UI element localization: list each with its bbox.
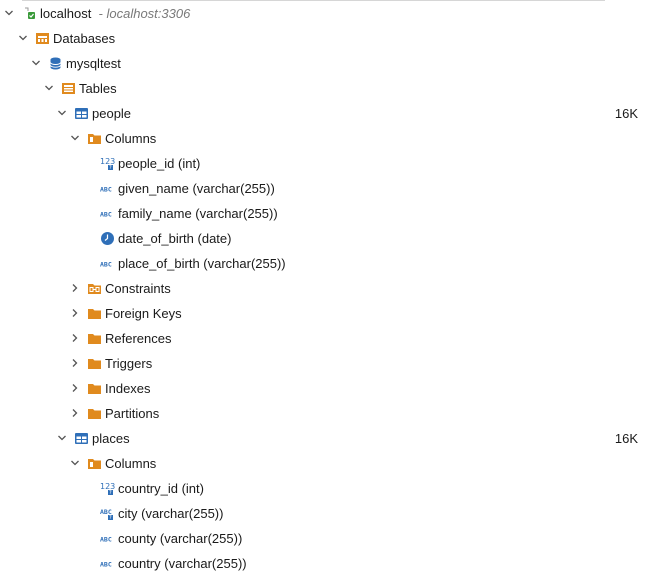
- triggers-folder-label: Triggers: [105, 356, 153, 371]
- tree-node-column[interactable]: 123? country_id (int): [0, 476, 645, 501]
- chevron-right-icon[interactable]: [70, 333, 80, 343]
- chevron-down-icon[interactable]: [70, 458, 80, 468]
- references-folder-label: References: [105, 331, 172, 346]
- connection-label: localhost - localhost:3306: [40, 6, 190, 21]
- chevron-right-icon[interactable]: [70, 408, 80, 418]
- tree-node-triggers-folder[interactable]: Triggers: [0, 351, 645, 376]
- chevron-down-icon[interactable]: [57, 433, 67, 443]
- column-label: place_of_birth (varchar(255)): [118, 256, 286, 271]
- tree-node-column[interactable]: 123? people_id (int): [0, 151, 645, 176]
- folder-icon: [87, 381, 102, 396]
- chevron-down-icon[interactable]: [57, 108, 67, 118]
- numeric-key-icon: 123?: [100, 156, 115, 171]
- indexes-folder-label: Indexes: [105, 381, 151, 396]
- svg-text:123: 123: [100, 157, 115, 166]
- tree-node-table[interactable]: people 16K: [0, 101, 645, 126]
- tree-node-indexes-folder[interactable]: Indexes: [0, 376, 645, 401]
- databases-label: Databases: [53, 31, 116, 46]
- chevron-right-icon[interactable]: [70, 308, 80, 318]
- column-label: country_id (int): [118, 481, 204, 496]
- folder-icon: [87, 331, 102, 346]
- columns-folder-icon: [87, 456, 102, 471]
- clock-icon: [100, 231, 115, 246]
- column-label: people_id (int): [118, 156, 201, 171]
- tree-node-columns-folder[interactable]: Columns: [0, 451, 645, 476]
- partitions-folder-label: Partitions: [105, 406, 160, 421]
- databases-folder-icon: [35, 31, 50, 46]
- constraints-folder-icon: [87, 281, 102, 296]
- tree-node-columns-folder[interactable]: Columns: [0, 126, 645, 151]
- tree-node-partitions-folder[interactable]: Partitions: [0, 401, 645, 426]
- svg-text:ABC: ABC: [100, 186, 112, 194]
- chevron-down-icon[interactable]: [18, 33, 28, 43]
- table-name: places: [92, 431, 130, 446]
- tree-node-databases[interactable]: Databases: [0, 26, 645, 51]
- tree-node-column[interactable]: ABC place_of_birth (varchar(255)): [0, 251, 645, 276]
- connection-name: localhost: [40, 6, 92, 21]
- chevron-down-icon[interactable]: [4, 8, 14, 18]
- columns-folder-label: Columns: [105, 456, 157, 471]
- tables-folder-icon: [61, 81, 76, 96]
- tree-node-column[interactable]: ABC family_name (varchar(255)): [0, 201, 645, 226]
- table-size: 16K: [614, 431, 638, 446]
- text-abc-icon: ABC: [100, 181, 115, 196]
- table-name: people: [92, 106, 132, 121]
- columns-folder-icon: [87, 131, 102, 146]
- tree-node-column[interactable]: ABC given_name (varchar(255)): [0, 176, 645, 201]
- foreign-keys-folder-label: Foreign Keys: [105, 306, 182, 321]
- svg-text:?: ?: [109, 165, 112, 171]
- database-navigator-tree[interactable]: localhost - localhost:3306 Databases mys…: [0, 1, 645, 576]
- columns-folder-label: Columns: [105, 131, 157, 146]
- table-size: 16K: [614, 106, 638, 121]
- svg-text:ABC: ABC: [100, 561, 112, 569]
- tree-node-references-folder[interactable]: References: [0, 326, 645, 351]
- tree-node-tables[interactable]: Tables: [0, 76, 645, 101]
- constraints-folder-label: Constraints: [105, 281, 171, 296]
- column-label: city (varchar(255)): [118, 506, 224, 521]
- table-icon: [74, 431, 89, 446]
- folder-icon: [87, 406, 102, 421]
- svg-text:123: 123: [100, 482, 115, 491]
- tree-node-column[interactable]: ABC? city (varchar(255)): [0, 501, 645, 526]
- chevron-down-icon[interactable]: [31, 58, 41, 68]
- folder-icon: [87, 356, 102, 371]
- text-abc-icon: ABC: [100, 206, 115, 221]
- chevron-right-icon[interactable]: [70, 358, 80, 368]
- database-icon: [48, 56, 63, 71]
- svg-text:ABC: ABC: [100, 211, 112, 219]
- column-label: given_name (varchar(255)): [118, 181, 275, 196]
- chevron-right-icon[interactable]: [70, 283, 80, 293]
- tree-node-table[interactable]: places 16K: [0, 426, 645, 451]
- table-icon: [74, 106, 89, 121]
- column-label: county (varchar(255)): [118, 531, 243, 546]
- svg-text:?: ?: [109, 490, 112, 496]
- svg-text:ABC: ABC: [100, 536, 112, 544]
- text-abc-icon: ABC: [100, 531, 115, 546]
- tree-node-foreign-keys-folder[interactable]: Foreign Keys: [0, 301, 645, 326]
- chevron-down-icon[interactable]: [44, 83, 54, 93]
- numeric-key-icon: 123?: [100, 481, 115, 496]
- column-label: country (varchar(255)): [118, 556, 247, 571]
- tree-node-column[interactable]: ABC county (varchar(255)): [0, 526, 645, 551]
- svg-text:?: ?: [109, 515, 112, 521]
- chevron-right-icon[interactable]: [70, 383, 80, 393]
- column-label: date_of_birth (date): [118, 231, 232, 246]
- schema-label: mysqltest: [66, 56, 121, 71]
- svg-text:ABC: ABC: [100, 261, 112, 269]
- chevron-down-icon[interactable]: [70, 133, 80, 143]
- server-connection-icon: [22, 6, 37, 21]
- tree-node-schema[interactable]: mysqltest: [0, 51, 645, 76]
- tree-node-connection[interactable]: localhost - localhost:3306: [0, 1, 645, 26]
- tree-node-column[interactable]: ABC country (varchar(255)): [0, 551, 645, 576]
- text-abc-icon: ABC: [100, 556, 115, 571]
- folder-icon: [87, 306, 102, 321]
- text-abc-icon: ABC: [100, 256, 115, 271]
- tables-label: Tables: [79, 81, 117, 96]
- text-abc-key-icon: ABC?: [100, 506, 115, 521]
- column-label: family_name (varchar(255)): [118, 206, 278, 221]
- connection-address: - localhost:3306: [98, 6, 191, 21]
- tree-node-constraints-folder[interactable]: Constraints: [0, 276, 645, 301]
- tree-node-column[interactable]: date_of_birth (date): [0, 226, 645, 251]
